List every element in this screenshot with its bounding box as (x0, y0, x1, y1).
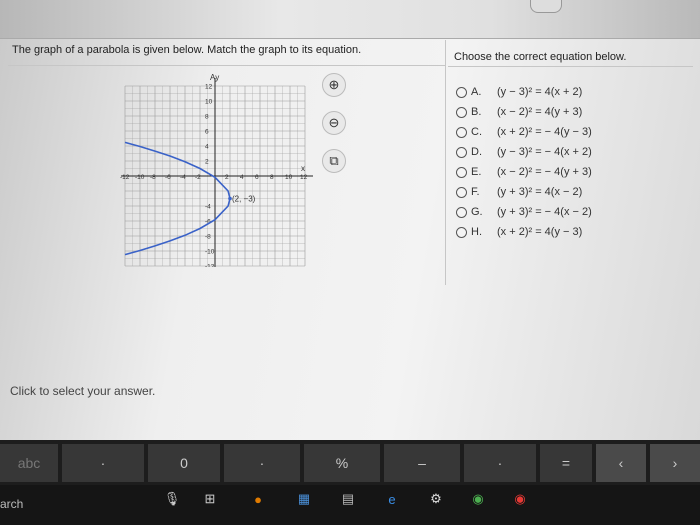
radio-button[interactable] (456, 166, 467, 178)
y-tick-label: -4 (205, 204, 211, 211)
y-tick-label: 4 (205, 144, 209, 151)
parabola-graph: -12 -10 -8 -6 -4 -2 2 4 6 8 10 1212108642-4-6-8-10-… (120, 73, 313, 268)
radio-button[interactable] (456, 86, 467, 98)
abc-key[interactable]: abc (0, 444, 58, 482)
radio-button[interactable] (456, 226, 467, 238)
y-tick-label: 12 (205, 84, 213, 91)
question-divider (8, 65, 445, 66)
settings-icon[interactable]: ⚙ (424, 487, 448, 511)
option-equation: (x + 2)² = 4(y − 3) (497, 226, 583, 238)
x-tick-label: -10 (135, 174, 145, 181)
choose-instruction: Choose the correct equation below. (454, 51, 627, 63)
equals-key[interactable]: = (540, 444, 592, 482)
option-equation: (y − 3)² = − 4(x + 2) (497, 146, 592, 158)
y-tick-label: 10 (205, 99, 213, 106)
radio-button[interactable] (456, 106, 467, 118)
option-letter: C. (471, 126, 482, 138)
chrome-icon[interactable]: ◉ (466, 487, 490, 511)
y-tick-label: 8 (205, 114, 209, 121)
x-tick-label: 8 (270, 174, 274, 181)
popout-icon[interactable]: ⧉ (322, 149, 346, 173)
x-tick-label: -12 (120, 174, 130, 181)
vertex-label: (2, −3) (232, 195, 256, 204)
x-axis-label: x (301, 164, 305, 173)
photos-icon[interactable]: ▦ (292, 487, 316, 511)
app-icon[interactable]: ● (246, 487, 270, 511)
graph-tools: ⊕ ⊖ ⧉ (322, 73, 346, 187)
zoom-out-icon[interactable]: ⊖ (322, 111, 346, 135)
vertical-divider (445, 40, 446, 285)
graph-tick-labels: -12 -10 -8 -6 -4 -2 2 4 6 8 10 1212108642-4-6-8-10-… (120, 84, 308, 268)
option-f[interactable]: F. (y + 3)² = 4(x − 2) (456, 182, 592, 202)
x-tick-label: 10 (285, 174, 293, 181)
x-tick-label: -8 (150, 174, 156, 181)
red-app-icon[interactable]: ◉ (508, 487, 532, 511)
y-tick-label: 2 (205, 159, 209, 166)
radio-button[interactable] (456, 126, 467, 138)
option-letter: F. (471, 186, 480, 198)
option-equation: (y − 3)² = 4(x + 2) (497, 86, 583, 98)
microphone-icon[interactable]: 🎙 (160, 487, 184, 511)
option-equation: (y + 3)² = − 4(x − 2) (497, 206, 592, 218)
key-blank-2[interactable]: – (384, 444, 460, 482)
option-c[interactable]: C. (x + 2)² = − 4(y − 3) (456, 122, 592, 142)
radio-button[interactable] (456, 206, 467, 218)
option-equation: (y + 3)² = 4(x − 2) (497, 186, 583, 198)
key-blank-3[interactable]: · (464, 444, 536, 482)
taskbar-search[interactable]: arch (0, 497, 23, 511)
x-tick-label: 2 (225, 174, 229, 181)
option-letter: E. (471, 166, 482, 178)
x-tick-label: 6 (255, 174, 259, 181)
option-letter: G. (471, 206, 483, 218)
radio-button[interactable] (456, 186, 467, 198)
left-arrow-icon[interactable]: ‹ (596, 444, 646, 482)
task-view-icon[interactable]: ⊞ (198, 487, 222, 511)
question-text: The graph of a parabola is given below. … (12, 44, 362, 56)
x-tick-label: 4 (240, 174, 244, 181)
option-letter: A. (471, 86, 482, 98)
y-tick-label: 6 (205, 129, 209, 136)
screen: The graph of a parabola is given below. … (0, 0, 700, 440)
x-tick-label: -4 (180, 174, 186, 181)
option-a[interactable]: A. (y − 3)² = 4(x + 2) (456, 82, 592, 102)
x-tick-label: -6 (165, 174, 171, 181)
option-g[interactable]: G. (y + 3)² = − 4(x − 2) (456, 202, 592, 222)
option-letter: H. (471, 226, 482, 238)
percent-key[interactable]: % (304, 444, 380, 482)
option-equation: (x + 2)² = − 4(y − 3) (497, 126, 592, 138)
key-dot[interactable]: · (62, 444, 144, 482)
key-blank-1[interactable]: · (224, 444, 300, 482)
option-e[interactable]: E. (x − 2)² = − 4(y + 3) (456, 162, 592, 182)
zero-key[interactable]: 0 (148, 444, 220, 482)
y-axis-label: Ay (210, 73, 219, 82)
graph-axes (121, 78, 313, 267)
x-tick-label: -2 (195, 174, 201, 181)
option-b[interactable]: B. (x − 2)² = 4(y + 3) (456, 102, 592, 122)
radio-button[interactable] (456, 146, 467, 158)
click-prompt: Click to select your answer. (10, 384, 156, 398)
browser-topbar (0, 0, 700, 39)
choose-divider (448, 66, 693, 67)
option-h[interactable]: H. (x + 2)² = 4(y − 3) (456, 222, 592, 242)
y-tick-label: -8 (205, 234, 211, 241)
y-tick-label: -10 (205, 249, 215, 256)
option-letter: D. (471, 146, 482, 158)
answer-options: A. (y − 3)² = 4(x + 2) B. (x − 2)² = 4(y + … (456, 82, 592, 242)
option-equation: (x − 2)² = − 4(y + 3) (497, 166, 592, 178)
right-arrow-icon[interactable]: › (650, 444, 700, 482)
x-tick-label: 12 (300, 174, 308, 181)
y-tick-label: -12 (205, 264, 215, 268)
option-d[interactable]: D. (y − 3)² = − 4(x + 2) (456, 142, 592, 162)
option-letter: B. (471, 106, 482, 118)
option-equation: (x − 2)² = 4(y + 3) (497, 106, 583, 118)
top-tab[interactable] (530, 0, 562, 13)
calculator-icon[interactable]: ▤ (336, 487, 360, 511)
zoom-in-icon[interactable]: ⊕ (322, 73, 346, 97)
edge-icon[interactable]: e (380, 487, 404, 511)
